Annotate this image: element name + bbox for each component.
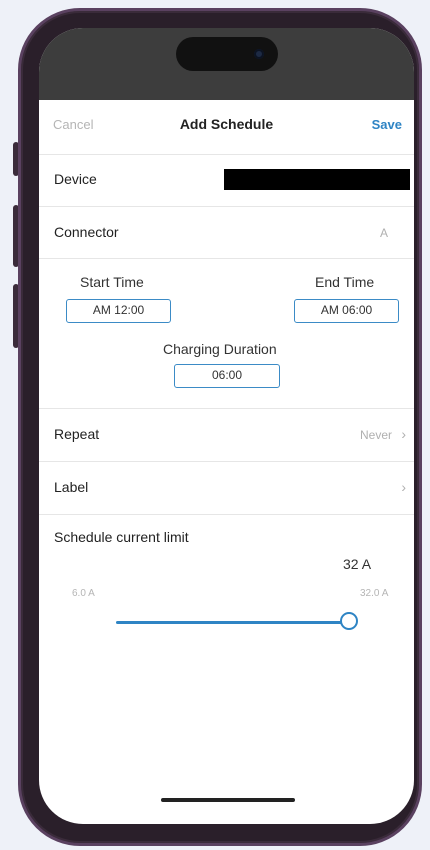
- save-button[interactable]: Save: [372, 117, 402, 132]
- slider-max-label: 32.0 A: [360, 588, 389, 599]
- start-time-label: Start Time: [80, 274, 144, 290]
- dynamic-island: [176, 37, 278, 71]
- current-limit-value: 32 A: [343, 556, 372, 572]
- device-value-redacted: [224, 169, 410, 190]
- camera-icon: [254, 49, 264, 59]
- start-time-field[interactable]: AM 12:00: [66, 299, 171, 323]
- charging-duration-field[interactable]: 06:00: [174, 364, 280, 388]
- charging-duration-label: Charging Duration: [163, 341, 277, 357]
- device-label: Device: [54, 171, 97, 187]
- current-limit-slider-track[interactable]: [116, 621, 349, 624]
- page-title: Add Schedule: [179, 116, 274, 132]
- current-limit-slider-thumb[interactable]: [340, 612, 358, 630]
- current-limit-section: Schedule current limit 32 A 6.0 A 32.0 A: [39, 514, 414, 634]
- end-time-label: End Time: [315, 274, 375, 290]
- connector-label: Connector: [54, 224, 119, 240]
- label-row-label: Label: [54, 479, 89, 495]
- device-row[interactable]: Device: [39, 154, 414, 206]
- label-row[interactable]: Label ›: [39, 461, 414, 514]
- repeat-value: Never: [359, 428, 392, 442]
- repeat-row[interactable]: Repeat Never ›: [39, 408, 414, 461]
- slider-min-label: 6.0 A: [72, 588, 95, 599]
- status-bar: [39, 28, 414, 100]
- connector-row[interactable]: Connector A: [39, 206, 414, 258]
- current-limit-label: Schedule current limit: [54, 529, 189, 545]
- chevron-right-icon: ›: [401, 426, 406, 442]
- navigation-bar: Cancel Add Schedule Save: [39, 108, 414, 154]
- end-time-field[interactable]: AM 06:00: [294, 299, 399, 323]
- schedule-time-section: Start Time AM 12:00 End Time AM 06:00 Ch…: [39, 258, 414, 408]
- home-indicator: [161, 798, 295, 802]
- phone-screen: Cancel Add Schedule Save Device Connecto…: [39, 28, 414, 824]
- chevron-right-icon: ›: [401, 479, 406, 495]
- repeat-label: Repeat: [54, 426, 100, 442]
- connector-value: A: [379, 226, 388, 240]
